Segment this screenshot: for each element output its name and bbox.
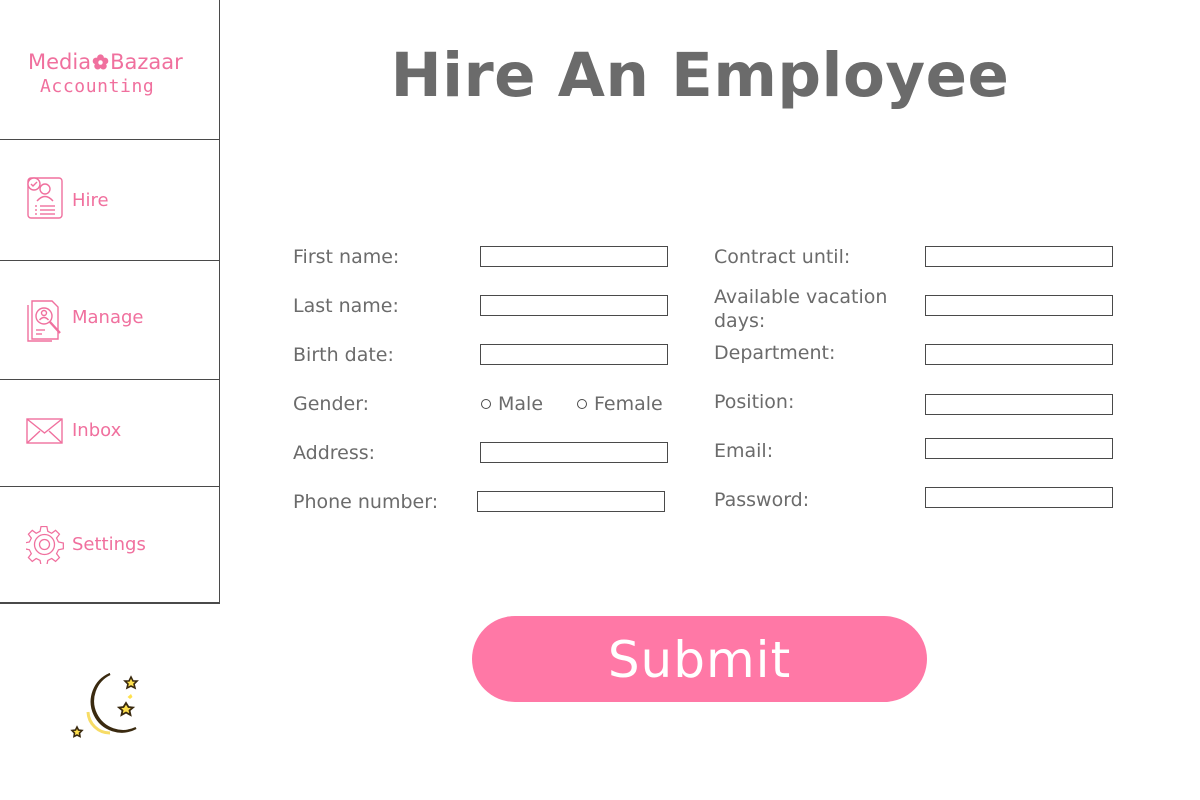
logo-brand: Media Bazaar	[28, 50, 183, 74]
moon-stars-icon[interactable]	[70, 670, 140, 742]
phone-number-field[interactable]	[477, 491, 665, 512]
gender-female-radio[interactable]	[577, 399, 587, 409]
manage-search-icon	[27, 300, 61, 342]
password-field[interactable]	[925, 487, 1113, 508]
email-field[interactable]	[925, 438, 1113, 459]
gender-male-radio[interactable]	[481, 399, 491, 409]
contract-until-field[interactable]	[925, 246, 1113, 267]
phone-number-label: Phone number:	[293, 491, 439, 513]
first-name-field[interactable]	[480, 246, 668, 267]
department-label: Department:	[714, 342, 836, 364]
gender-male-label: Male	[498, 393, 544, 415]
sidebar-item-label: Inbox	[72, 420, 122, 441]
envelope-icon	[26, 418, 63, 444]
birth-date-label: Birth date:	[293, 344, 394, 366]
address-field[interactable]	[480, 442, 668, 463]
sidebar-item-manage[interactable]: Manage	[0, 261, 219, 380]
password-label: Password:	[714, 489, 810, 511]
sidebar-item-settings[interactable]: Settings	[0, 487, 219, 603]
app-logo: Media Bazaar Accounting	[0, 0, 219, 140]
first-name-label: First name:	[293, 246, 400, 268]
birth-date-field[interactable]	[480, 344, 668, 365]
sidebar: Media Bazaar Accounting Hire Manage Inbo…	[0, 0, 220, 604]
vacation-days-field[interactable]	[925, 295, 1113, 316]
position-field[interactable]	[925, 394, 1113, 415]
logo-text-bazaar: Bazaar	[110, 50, 183, 74]
sidebar-item-label: Manage	[72, 307, 144, 328]
hire-cv-icon	[27, 177, 63, 219]
submit-button[interactable]: Submit	[472, 616, 927, 702]
logo-text-media: Media	[28, 50, 92, 74]
page-title: Hire An Employee	[390, 40, 1010, 111]
address-label: Address:	[293, 442, 376, 464]
email-label: Email:	[714, 440, 774, 462]
gear-icon	[26, 526, 64, 564]
last-name-label: Last name:	[293, 295, 399, 317]
last-name-field[interactable]	[480, 295, 668, 316]
flower-icon	[92, 54, 109, 70]
contract-until-label: Contract until:	[714, 246, 851, 268]
sidebar-item-label: Hire	[72, 190, 109, 211]
department-field[interactable]	[925, 344, 1113, 365]
gender-label: Gender:	[293, 393, 370, 415]
vacation-days-label: Available vacation days:	[714, 286, 888, 332]
sidebar-item-hire[interactable]: Hire	[0, 140, 219, 261]
sidebar-item-inbox[interactable]: Inbox	[0, 380, 219, 487]
logo-subtitle: Accounting	[40, 76, 155, 97]
position-label: Position:	[714, 391, 795, 413]
sidebar-item-label: Settings	[72, 534, 146, 555]
gender-female-label: Female	[594, 393, 663, 415]
